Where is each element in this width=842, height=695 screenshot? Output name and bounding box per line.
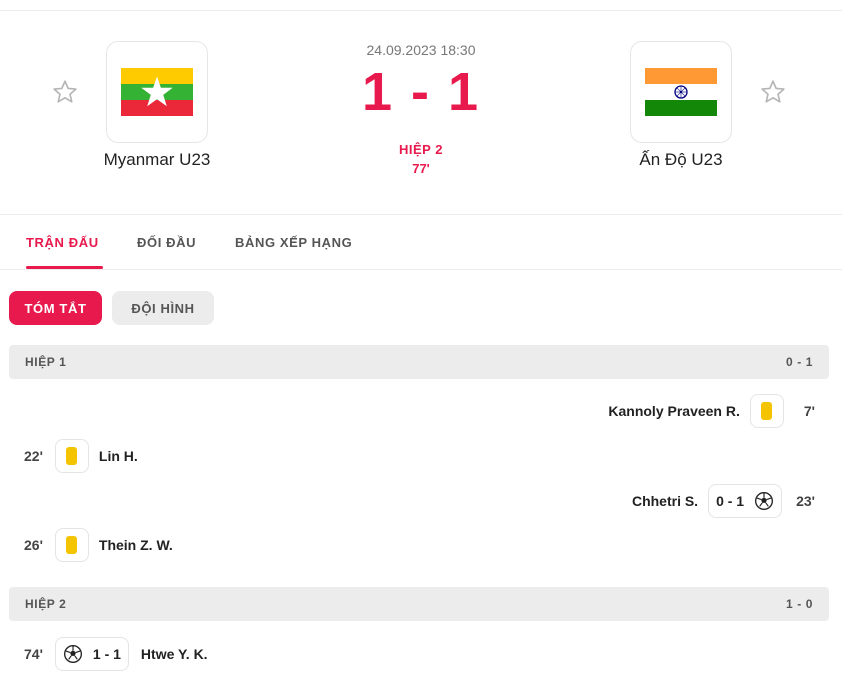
match-score: 1 - 1 <box>361 62 481 122</box>
yellow-card-icon <box>749 394 784 428</box>
soccer-ball-icon <box>754 491 774 511</box>
home-favorite-star-icon[interactable] <box>51 78 79 106</box>
tabs-divider <box>0 269 842 270</box>
event-player[interactable]: Kannoly Praveen R. <box>608 403 740 419</box>
section-title: HIỆP 1 <box>25 355 67 369</box>
home-team-logo[interactable] <box>106 41 208 143</box>
event-player[interactable]: Chhetri S. <box>632 493 698 509</box>
tab-head-to-head[interactable]: ĐỐI ĐẦU <box>137 235 196 250</box>
match-minute: 77' <box>412 161 430 176</box>
match-period: HIỆP 2 <box>399 142 443 157</box>
event-minute: 22' <box>24 448 43 464</box>
event-minute: 7' <box>803 403 815 419</box>
event-row: 26' Thein Z. W. <box>24 528 173 562</box>
goal-score-badge: 1 - 1 <box>54 637 129 671</box>
header-divider <box>0 214 842 215</box>
section-header-second-half: HIỆP 2 1 - 0 <box>9 587 829 621</box>
soccer-ball-icon <box>63 644 83 664</box>
event-row: 22' Lin H. <box>24 439 138 473</box>
section-header-first-half: HIỆP 1 0 - 1 <box>9 345 829 379</box>
tab-standings[interactable]: BẢNG XẾP HẠNG <box>235 235 352 250</box>
goal-running-score: 0 - 1 <box>716 493 745 509</box>
home-team-name[interactable]: Myanmar U23 <box>57 150 257 170</box>
event-player[interactable]: Htwe Y. K. <box>141 646 208 662</box>
away-favorite-star-icon[interactable] <box>759 78 787 106</box>
event-row: Kannoly Praveen R. 7' <box>608 394 815 428</box>
away-team-name[interactable]: Ấn Độ U23 <box>581 150 781 170</box>
yellow-card-icon <box>54 528 89 562</box>
goal-score-badge: 0 - 1 <box>708 484 783 518</box>
event-row: Chhetri S. 0 - 1 23' <box>632 484 815 518</box>
away-team-logo[interactable] <box>630 41 732 143</box>
subtab-summary[interactable]: TÓM TẮT <box>9 291 102 325</box>
subtab-lineups[interactable]: ĐỘI HÌNH <box>112 291 214 325</box>
myanmar-flag-icon <box>121 68 193 116</box>
event-minute: 23' <box>796 493 815 509</box>
yellow-card-icon <box>54 439 89 473</box>
event-row: 74' 1 - 1 Htwe Y. K. <box>24 637 208 671</box>
tab-match[interactable]: TRẬN ĐẤU <box>26 235 99 250</box>
event-minute: 74' <box>24 646 43 662</box>
goal-running-score: 1 - 1 <box>92 646 121 662</box>
event-minute: 26' <box>24 537 43 553</box>
section-title: HIỆP 2 <box>25 597 67 611</box>
section-score: 1 - 0 <box>785 597 813 611</box>
match-datetime: 24.09.2023 18:30 <box>366 42 476 58</box>
event-player[interactable]: Lin H. <box>99 448 138 464</box>
event-player[interactable]: Thein Z. W. <box>99 537 173 553</box>
section-score: 0 - 1 <box>785 355 813 369</box>
top-divider <box>0 10 842 11</box>
india-flag-icon <box>645 68 717 116</box>
